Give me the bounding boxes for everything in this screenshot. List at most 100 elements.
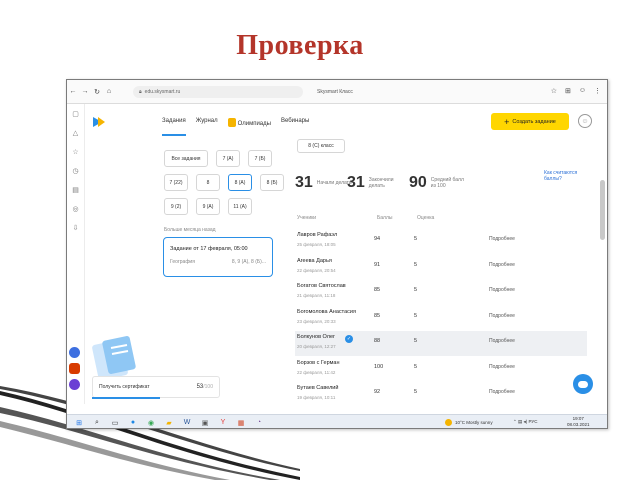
certificate-label: Получить сертификат <box>99 384 150 390</box>
app-icon-purple[interactable] <box>69 379 80 390</box>
checked-icon: ✓ <box>345 335 353 343</box>
class-7-22[interactable]: 7 (22) <box>164 174 188 191</box>
downloads-icon[interactable]: ⇩ <box>73 224 79 232</box>
app-icon-office[interactable] <box>69 363 80 374</box>
home-icon[interactable]: ⌂ <box>103 88 115 95</box>
col-grade: Оценка <box>417 215 435 221</box>
tab-journal[interactable]: Журнал <box>196 118 218 130</box>
weather-widget[interactable]: 10°C Mostly sunny <box>445 419 493 426</box>
table-row[interactable]: Агеева Дарья 22 февраля, 20:54 91 5 Подробне… <box>295 255 587 280</box>
task-card-title: Задание от 17 февраля, 05:00 <box>170 246 248 252</box>
language-indicator[interactable]: РУС <box>529 419 538 424</box>
lock-icon: 🔒︎ <box>139 88 142 95</box>
menu-icon[interactable]: ⋮ <box>594 87 601 95</box>
class-label: 8 (С) класс <box>297 139 345 153</box>
file-explorer-icon[interactable]: ▰ <box>163 417 175 429</box>
class-7b[interactable]: 7 (Б) <box>248 150 272 167</box>
class-8a[interactable]: 8 (А) <box>228 174 252 191</box>
class-9a[interactable]: 9 (А) <box>196 198 220 215</box>
sidebar-apps <box>69 347 80 390</box>
student-grade: 5 <box>414 338 418 344</box>
tab-olympiads[interactable]: Олимпиады <box>227 118 271 130</box>
class-11a[interactable]: 11 (А) <box>228 198 252 215</box>
table-row[interactable]: Борзов с Герман 22 февраля, 11:42 100 5 Подр… <box>295 357 587 382</box>
profile-icon[interactable]: ☺ <box>579 87 586 95</box>
details-link[interactable]: Подробнее <box>489 338 515 344</box>
extensions-icon[interactable]: ⊞ <box>565 87 571 95</box>
class-9-2[interactable]: 9 (2) <box>164 198 188 215</box>
page-title: Skysmart Класс <box>317 89 353 95</box>
class-filter-row1: Все задания 7 (А) 7 (Б) <box>164 150 272 167</box>
table-row[interactable]: Болкунов Олег 20 февраля, 12:27 88 5 Подробн… <box>295 331 587 356</box>
search-icon[interactable]: ⌕ <box>91 417 103 429</box>
student-name: Агеева Дарья <box>297 257 332 264</box>
table-row[interactable]: Лавров Рафаэл 25 февраля, 18:05 94 5 Подробн… <box>295 229 587 254</box>
weather-text: 10°C Mostly sunny <box>455 420 493 425</box>
collections-icon[interactable]: ▤ <box>72 186 79 194</box>
task-card[interactable]: Задание от 17 февраля, 05:00 География 8… <box>163 237 273 277</box>
clock-time: 19:07 <box>572 416 584 421</box>
edge-browser-icon[interactable]: ● <box>127 417 139 429</box>
back-arrow-icon[interactable]: ← <box>67 88 79 95</box>
address-bar[interactable]: 🔒︎ edu.skysmart.ru <box>133 85 303 98</box>
yandex-icon[interactable]: Y <box>217 417 229 429</box>
class-filter-row3: 9 (2) 9 (А) 11 (А) <box>164 198 252 215</box>
details-link[interactable]: Подробнее <box>489 287 515 293</box>
class-8b[interactable]: 8 (Б) <box>260 174 284 191</box>
reload-icon[interactable]: ↻ <box>91 88 103 96</box>
student-name: Богомолова Анастасия <box>297 308 356 315</box>
url-text: edu.skysmart.ru <box>144 88 181 95</box>
browser-toolbar: ← → ↻ ⌂ 🔒︎ edu.skysmart.ru Skysmart Клас… <box>67 80 607 104</box>
forward-arrow-icon[interactable]: → <box>79 88 91 95</box>
details-link[interactable]: Подробнее <box>489 236 515 242</box>
class-filter-row2: 7 (22) 8 8 (А) 8 (Б) <box>164 174 284 191</box>
submission-date: 19 февраля, 10:11 <box>297 395 336 400</box>
chrome-icon[interactable]: ◉ <box>145 417 157 429</box>
submission-date: 25 февраля, 18:05 <box>297 242 336 247</box>
windows-start-icon[interactable]: ⊞ <box>73 417 85 429</box>
details-link[interactable]: Подробнее <box>489 389 515 395</box>
tab-tasks[interactable]: Задания <box>162 118 186 136</box>
student-name: Болкунов Олег <box>297 334 336 340</box>
tab-icon[interactable]: ▢ <box>72 110 79 118</box>
results-panel: 8 (С) класс 31 Начали делать 31 Закончил… <box>287 104 593 404</box>
certificate-progress-bar <box>92 397 160 399</box>
table-row[interactable]: Богатов Святослав 21 февраля, 11:18 85 5 Под… <box>295 280 587 305</box>
details-link[interactable]: Подробнее <box>489 364 515 370</box>
table-row[interactable]: Бутаев Савелий 19 февраля, 10:11 92 5 Подроб… <box>295 382 587 407</box>
favorites-icon[interactable]: ☆ <box>72 148 78 156</box>
system-tray: ⌃ ▤ ◂) РУС <box>513 419 538 424</box>
app-icon-blue[interactable] <box>69 347 80 358</box>
student-grade: 5 <box>414 287 418 293</box>
word-icon[interactable]: W <box>181 417 193 429</box>
store-icon[interactable]: ▣ <box>199 417 211 429</box>
student-score: 85 <box>374 287 381 293</box>
student-name: Борзов с Герман <box>297 359 340 366</box>
student-score: 88 <box>374 338 381 344</box>
clock[interactable]: 19:07 08.03.2021 <box>567 416 590 428</box>
details-link[interactable]: Подробнее <box>489 262 515 268</box>
submission-date: 22 февраля, 11:42 <box>297 369 336 375</box>
viber-icon[interactable]: ◔ <box>253 417 265 429</box>
notification-icon[interactable]: △ <box>73 129 78 137</box>
class-7a[interactable]: 7 (А) <box>216 150 240 167</box>
student-score: 100 <box>374 363 384 370</box>
bookmark-star-icon[interactable]: ☆ <box>551 87 557 95</box>
student-score: 85 <box>374 312 381 319</box>
details-link[interactable]: Подробнее <box>489 313 515 319</box>
powerpoint-icon[interactable]: ▦ <box>235 417 247 429</box>
settings-icon[interactable]: ◎ <box>72 205 78 213</box>
stat-started-value: 31 <box>295 174 313 191</box>
history-icon[interactable]: ◷ <box>72 167 78 175</box>
class-all-tasks[interactable]: Все задания <box>164 150 208 167</box>
how-scores-link[interactable]: Как считаются баллы? <box>544 170 588 182</box>
page-scrollbar[interactable] <box>600 180 605 240</box>
table-row[interactable]: Богомолова Анастасия 23 февраля, 20:33 85 5… <box>295 306 587 331</box>
col-students: Ученики <box>297 215 317 221</box>
certificate-card[interactable]: Получить сертификат 53/100 <box>92 376 220 398</box>
class-8[interactable]: 8 <box>196 174 220 191</box>
clock-date: 08.03.2021 <box>567 422 590 427</box>
chat-icon[interactable] <box>573 374 593 394</box>
task-view-icon[interactable]: ▭ <box>109 417 121 429</box>
browser-actions: ☆ ⊞ ☺ ⋮ <box>551 87 601 95</box>
